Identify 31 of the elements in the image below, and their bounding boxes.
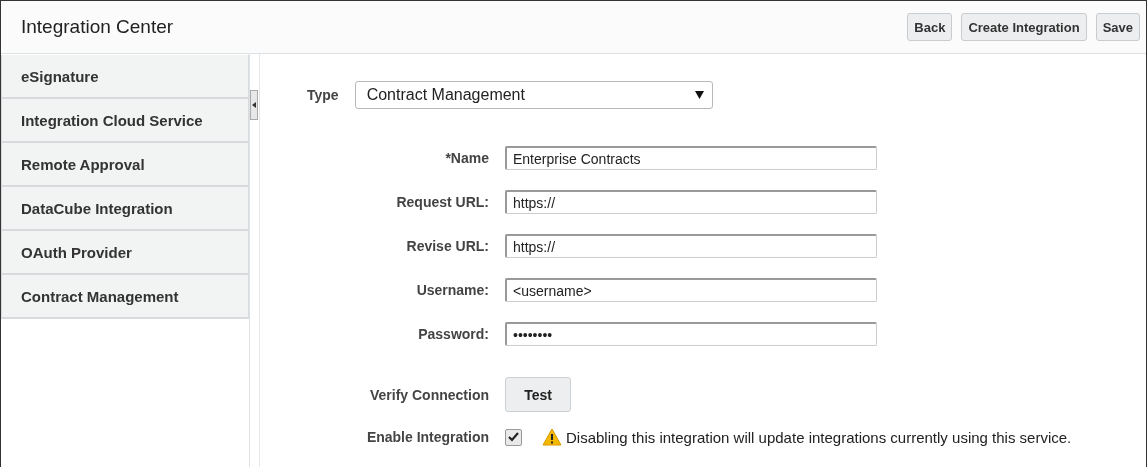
- collapse-handle[interactable]: [250, 90, 258, 120]
- toolbar-button[interactable]: Back: [907, 13, 953, 41]
- warning-message: Disabling this integration will update integrations currently using this service.: [566, 428, 1072, 446]
- dropdown-arrow-icon: [694, 91, 704, 99]
- test-button[interactable]: Test: [505, 377, 571, 412]
- toolbar-button[interactable]: Save: [1095, 13, 1140, 41]
- page-title: Integration Center: [21, 16, 174, 38]
- sidebar-item[interactable]: eSignature: [1, 55, 249, 99]
- field-label: Request URL:: [395, 194, 489, 210]
- toolbar-button[interactable]: Create Integration: [961, 13, 1087, 41]
- sidebar-item[interactable]: Integration Cloud Service: [1, 99, 249, 143]
- field-label: *Name: [444, 150, 489, 166]
- input-field[interactable]: https://: [505, 190, 877, 214]
- sidebar-item[interactable]: Contract Management: [1, 275, 249, 319]
- input-field[interactable]: Enterprise Contracts: [505, 146, 877, 170]
- enable-checkbox[interactable]: [505, 428, 522, 446]
- collapse-icon: [252, 102, 256, 108]
- field-label: Verify Connection: [368, 386, 489, 403]
- sidebar-item[interactable]: Remote Approval: [1, 143, 249, 187]
- field-label: Password:: [417, 326, 489, 342]
- input-field[interactable]: <username>: [505, 278, 877, 302]
- input-field[interactable]: https://: [505, 234, 877, 258]
- sidebar-item[interactable]: DataCube Integration: [1, 187, 249, 231]
- field-label: Username:: [415, 282, 489, 298]
- type-dropdown[interactable]: Contract Management: [354, 81, 713, 109]
- field-label: Revise URL:: [405, 238, 489, 254]
- input-field[interactable]: ••••••••: [505, 322, 877, 346]
- warning-icon: [542, 428, 562, 446]
- sidebar-item[interactable]: OAuth Provider: [1, 231, 249, 275]
- field-label: Type: [307, 87, 339, 103]
- field-label: Enable Integration: [365, 429, 489, 445]
